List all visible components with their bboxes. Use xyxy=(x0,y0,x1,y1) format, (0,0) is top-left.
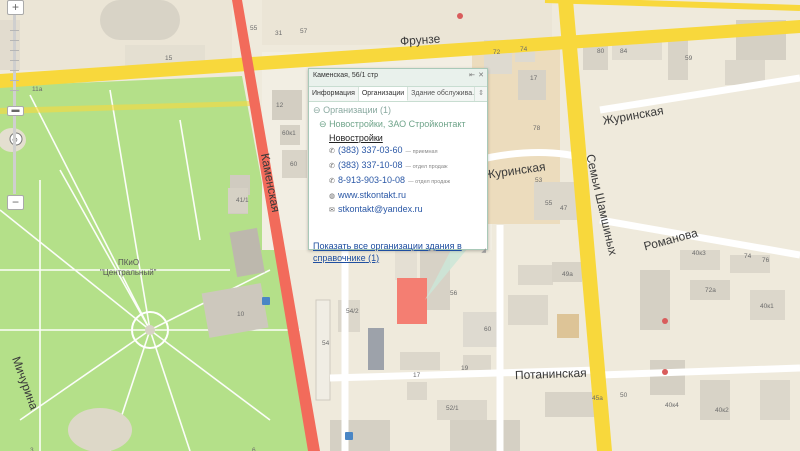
zoom-tick[interactable] xyxy=(10,40,19,41)
building-number: 59 xyxy=(685,55,693,62)
close-icon[interactable]: ✕ xyxy=(478,71,484,81)
street-label-potaninskaya: Потанинская xyxy=(515,366,587,382)
building-number: 40к2 xyxy=(715,407,729,414)
building-number: 11а xyxy=(32,86,43,93)
building-number: 15 xyxy=(165,55,173,62)
building-number: 10 xyxy=(237,311,245,318)
building-number: 74 xyxy=(744,253,752,260)
zoom-tick[interactable] xyxy=(10,80,19,81)
zoom-slider-handle[interactable]: ▬ xyxy=(7,106,24,116)
popup-tabs: Информация Организации Здание обслужива.… xyxy=(309,87,487,102)
building-number: 31 xyxy=(275,30,283,37)
show-all-organizations-link[interactable]: Показать все организации здания в справо… xyxy=(313,240,478,264)
contact-phone-2: ✆ (383) 337-10-08— отдел продаж xyxy=(329,160,448,170)
building-number: 41/1 xyxy=(236,197,249,204)
zoom-in-button[interactable]: + xyxy=(7,0,24,15)
organization-name[interactable]: Новостройки xyxy=(329,133,483,143)
building-number: 84 xyxy=(620,48,628,55)
phone-icon: ✆ xyxy=(329,178,335,185)
building-number: 49а xyxy=(562,271,573,278)
contact-website[interactable]: ◍ www.stkontakt.ru xyxy=(329,190,483,202)
building-number: 72 xyxy=(493,49,501,56)
mail-icon: ✉ xyxy=(329,207,335,214)
tab-building-service[interactable]: Здание обслужива... xyxy=(408,87,476,101)
organization-group[interactable]: ⊖ Новостройки, ЗАО Стройконтакт xyxy=(319,119,483,130)
building-number: 76 xyxy=(762,257,770,264)
building-number: 72а xyxy=(705,287,716,294)
organizations-header[interactable]: ⊖ Организации (1) xyxy=(313,105,483,116)
tabs-scroll-icon[interactable]: ⇕ xyxy=(475,87,487,101)
contact-phone-1: ✆ (383) 337-03-60— приемная xyxy=(329,145,438,155)
zoom-tick[interactable] xyxy=(10,60,19,61)
building-number: 47 xyxy=(560,205,568,212)
zoom-track[interactable] xyxy=(13,14,16,194)
zoom-control[interactable]: + ▬ − xyxy=(4,0,26,220)
building-number: 40к1 xyxy=(760,303,774,310)
popup-title: Каменская, 56/1 стр xyxy=(313,72,378,79)
zoom-tick[interactable] xyxy=(10,90,19,91)
building-popup[interactable]: Каменская, 56/1 стр ⇤ ✕ Информация Орган… xyxy=(308,68,488,263)
selected-building[interactable] xyxy=(397,278,427,324)
popup-titlebar: Каменская, 56/1 стр ⇤ ✕ xyxy=(309,69,487,87)
building-number: 53 xyxy=(535,177,543,184)
building-number: 6 xyxy=(252,447,256,451)
building-number: 17 xyxy=(530,75,538,82)
building-number: 54 xyxy=(322,340,330,347)
building-number: 56 xyxy=(450,290,458,297)
zoom-tick[interactable] xyxy=(10,30,19,31)
building-number: 40к4 xyxy=(665,402,679,409)
tab-information[interactable]: Информация xyxy=(309,87,359,101)
tab-organizations[interactable]: Организации xyxy=(358,87,409,101)
globe-icon: ◍ xyxy=(329,193,336,200)
zoom-out-button[interactable]: − xyxy=(7,195,24,210)
contact-email[interactable]: ✉ stkontakt@yandex.ru xyxy=(329,204,483,216)
building-number: 57 xyxy=(300,28,308,35)
building-number: 52/1 xyxy=(446,405,459,412)
park-label-line2: "Центральный" xyxy=(100,268,157,277)
building-number: 74 xyxy=(520,46,528,53)
building-number: 55 xyxy=(250,25,258,32)
building-number: 45а xyxy=(592,395,603,402)
building-number: 19 xyxy=(461,365,469,372)
building-number: 17 xyxy=(413,372,421,379)
minimize-icon[interactable]: ⇤ xyxy=(469,71,475,81)
building-number: 3 xyxy=(30,447,34,451)
building-number: 78 xyxy=(533,125,541,132)
building-number: 60 xyxy=(484,326,492,333)
phone-icon: ✆ xyxy=(329,148,335,155)
park-label-line1: ПКиО xyxy=(118,258,139,267)
building-number: 60к1 xyxy=(282,130,296,137)
building-number: 54/2 xyxy=(346,308,359,315)
collapse-icon[interactable]: ⊖ xyxy=(313,105,321,115)
building-number: 80 xyxy=(597,48,605,55)
building-number: 60 xyxy=(290,161,298,168)
street-label-frunze: Фрунзе xyxy=(400,32,442,49)
phone-icon: ✆ xyxy=(329,163,335,170)
popup-body: ⊖ Организации (1) ⊖ Новостройки, ЗАО Стр… xyxy=(309,102,487,263)
contact-phone-3: ✆ 8-913-903-10-08— отдел продаж xyxy=(329,175,451,185)
building-number: 55 xyxy=(545,200,553,207)
zoom-tick[interactable] xyxy=(10,70,19,71)
building-number: 12 xyxy=(276,102,284,109)
building-number: 50 xyxy=(620,392,628,399)
collapse-icon[interactable]: ⊖ xyxy=(319,119,327,129)
building-number: 40к3 xyxy=(692,250,706,257)
resize-handle-icon[interactable]: ◢ xyxy=(481,247,486,254)
zoom-tick[interactable] xyxy=(10,50,19,51)
